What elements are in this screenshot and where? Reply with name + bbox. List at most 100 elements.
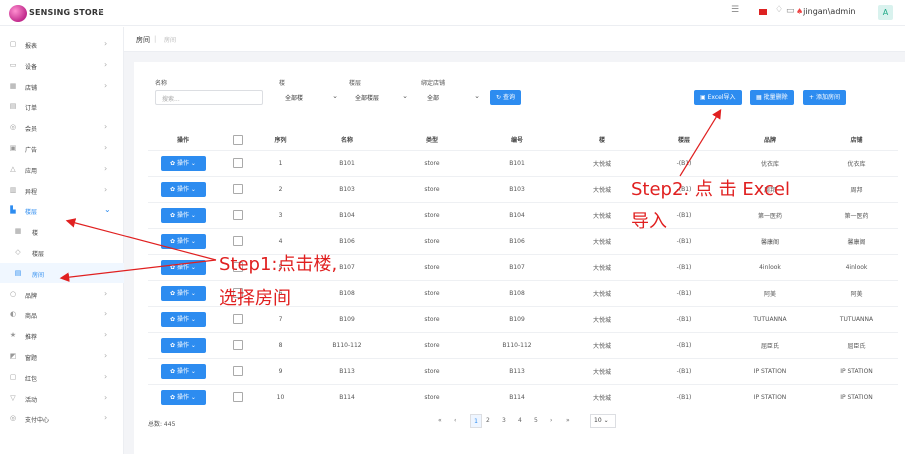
operation-button[interactable]: ✿ 操作 ⌄ [160,337,206,353]
sidebar-item-14[interactable]: ★ 推荐 › [0,325,124,345]
name-search-input[interactable]: 搜索... [155,90,263,105]
sidebar-item-12[interactable]: ○ 品牌 › [0,284,124,304]
page-link-8[interactable]: » [566,414,570,428]
table-cell: B114 [303,383,391,410]
table-row: ✿ 操作 ⌄ 1 B101 store B101 大悦城 -(B1) 优衣库 优衣库 [148,149,898,176]
building-select[interactable]: 全部楼 ⌄ [279,90,341,105]
operation-button[interactable]: ✿ 操作 ⌄ [160,181,206,197]
table-cell: store [391,175,473,202]
column-header-7: 楼层 [677,137,690,145]
bell-icon[interactable]: ♢ [775,5,783,15]
op-cell: ✿ 操作 ⌄ [148,201,218,228]
sidebar-item-10[interactable]: ◇ 楼层 [0,242,124,262]
page-link-0[interactable]: « [438,414,442,428]
sidebar-item-5[interactable]: ▣ 广告 › [0,138,124,158]
operation-button[interactable]: ✿ 操作 ⌄ [160,207,206,223]
operation-button[interactable]: ✿ 操作 ⌄ [160,389,206,405]
row-checkbox[interactable] [233,366,243,376]
floor-select[interactable]: 全部楼层 ⌄ [349,90,411,105]
operation-button[interactable]: ✿ 操作 ⌄ [160,155,206,171]
select-cell [218,331,258,358]
menu-icon: ◎ [9,414,17,423]
sidebar-item-label: 品牌 [25,292,38,300]
chevron-down-icon: ⌄ [189,237,196,245]
table-cell: store [391,331,473,358]
store-select[interactable]: 全部 ⌄ [421,90,483,105]
sidebar-item-6[interactable]: △ 应用 › [0,159,124,179]
operation-label: 操作 [176,159,189,167]
sidebar-item-9[interactable]: ▦ 楼 [0,221,124,241]
row-checkbox[interactable] [233,314,243,324]
row-checkbox[interactable] [233,340,243,350]
operation-button[interactable]: ✿ 操作 ⌄ [160,363,206,379]
sidebar-item-label: 会员 [25,126,38,134]
page-link-2[interactable]: 1 [470,414,482,428]
row-checkbox[interactable] [233,184,243,194]
op-cell: ✿ 操作 ⌄ [148,383,218,410]
avatar[interactable]: A [878,5,893,20]
sidebar-item-11[interactable]: ▤ 房间 [0,262,124,283]
row-checkbox[interactable] [233,210,243,220]
op-cell: ✿ 操作 ⌄ [148,175,218,202]
column-header-1[interactable] [218,130,258,150]
op-cell: ✿ 操作 ⌄ [148,279,218,306]
tab-room[interactable]: 房间 [136,35,150,45]
search-button[interactable]: ↻ 查询 [490,90,521,105]
select-all-checkbox[interactable] [233,134,243,145]
table-row: ✿ 操作 ⌄ 8 B110-112 store B110-112 大悦城 -(B1) 屈臣氏屈… [148,331,898,358]
menu-icon: ▽ [10,393,16,402]
sidebar-item-13[interactable]: ◐ 商品 › [0,304,124,324]
sidebar-item-17[interactable]: ▽ 活动 › [0,388,124,408]
row-checkbox[interactable] [233,392,243,403]
page-size-select[interactable]: 10 ⌄ [590,414,616,428]
add-room-button[interactable]: + 添加房间 [803,90,846,105]
row-checkbox[interactable] [233,236,243,246]
sidebar-item-0[interactable]: ▢ 报表 › [0,34,124,54]
sidebar-item-1[interactable]: ▭ 设备 › [0,55,124,75]
column-header-9: 店铺 [850,137,863,145]
menu-icon: ▭ [9,60,17,69]
message-icon[interactable]: ▭ [786,6,795,16]
table-cell: 大悦城 [561,383,643,410]
column-header-2: 序列 [274,137,287,145]
table-cell: 优衣库 [725,149,815,176]
step1-text-line1: Step1:点击楼, [219,254,338,275]
page-link-3[interactable]: 2 [486,414,490,428]
sidebar-item-18[interactable]: ◎ 支付中心 › [0,408,124,428]
settings-toggle-icon[interactable]: ☰ [731,5,739,15]
table-cell: 屈臣氏 [815,331,898,358]
operation-button[interactable]: ✿ 操作 ⌄ [160,259,206,275]
menu-icon: ▣ [9,144,17,152]
page-link-7[interactable]: › [550,414,552,428]
table-cell: 周邦 [815,175,898,202]
sidebar-item-7[interactable]: ▥ 异程 › [0,180,124,200]
sidebar-item-8[interactable]: ▙ 楼层 ⌄ [0,200,124,220]
operation-button[interactable]: ✿ 操作 ⌄ [160,233,206,249]
refresh-icon: ↻ [496,94,502,101]
page-link-1[interactable]: ‹ [454,414,456,428]
user-menu[interactable]: ♠jingan\admin [796,7,856,16]
excel-import-button[interactable]: ▣ Excel导入 [694,90,742,105]
sidebar-item-label: 红包 [25,375,38,383]
brand-logo-icon [9,5,27,22]
menu-icon: ▢ [9,372,17,381]
sidebar-item-15[interactable]: ◩ 窗题 › [0,346,124,366]
sidebar-item-16[interactable]: ▢ 红包 › [0,367,124,387]
operation-button[interactable]: ✿ 操作 ⌄ [160,285,206,301]
batch-delete-button[interactable]: ▦ 批量删除 [750,90,794,105]
page-link-4[interactable]: 3 [502,414,506,428]
sidebar-item-4[interactable]: ◎ 会员 › [0,117,124,137]
sidebar-item-2[interactable]: ▦ 店铺 › [0,76,124,96]
tab-room-sub[interactable]: 房间 [164,35,176,44]
sidebar-item-label: 订单 [25,105,38,113]
excel-import-label: Excel导入 [707,94,736,101]
operation-button[interactable]: ✿ 操作 ⌄ [160,311,206,327]
page-link-6[interactable]: 5 [534,414,538,428]
row-checkbox[interactable] [233,158,243,168]
page-link-5[interactable]: 4 [518,414,522,428]
collapse-sidebar-icon[interactable]: ‹ [98,6,102,17]
sidebar-item-3[interactable]: ▤ 订单 [0,96,124,116]
language-flag-icon[interactable] [759,9,767,15]
table-cell: B113 [473,357,561,384]
op-cell: ✿ 操作 ⌄ [148,305,218,332]
